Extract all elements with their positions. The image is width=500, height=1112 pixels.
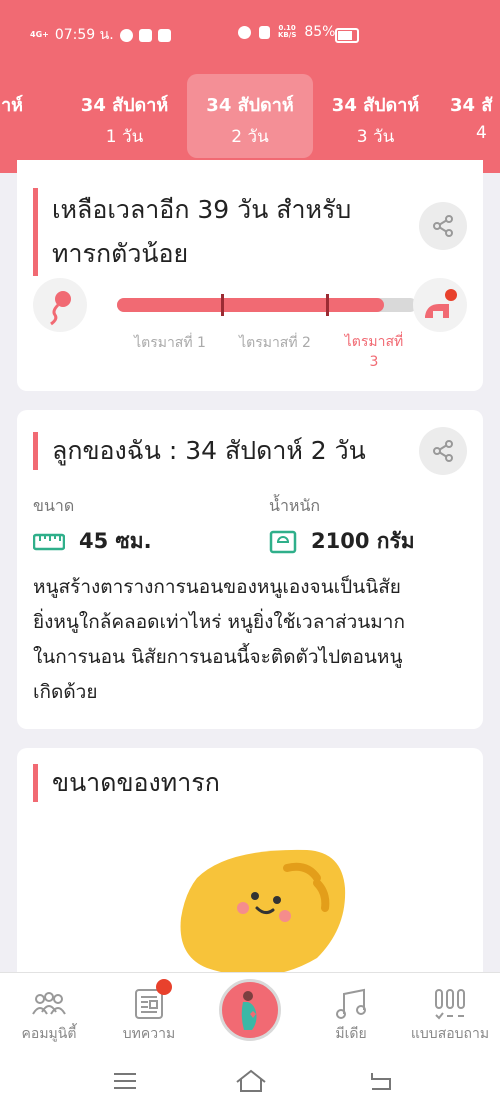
home-icon[interactable] (234, 1069, 268, 1093)
weight-label: น้ำหนัก (269, 496, 321, 515)
week-tab[interactable]: 34 สัปดาห์ 1 วัน (62, 74, 187, 158)
ruler-icon (33, 533, 65, 550)
vibrate-icon (259, 25, 270, 39)
battery-icon (335, 28, 359, 43)
nav-articles[interactable]: บทความ (104, 979, 194, 1045)
trimester-marker (326, 294, 329, 316)
pregnancy-progress: ไตรมาสที่ 1 ไตรมาสที่ 2 ไตรมาสที่ 3 (33, 278, 467, 370)
week-tab-selected[interactable]: 34 สัปดาห์ 2 วัน (187, 74, 313, 158)
alarm-icon (238, 25, 251, 39)
baby-info-title: ลูกของฉัน : 34 สัปดาห์ 2 วัน (33, 432, 366, 470)
week-tab[interactable]: ปดาห์ (0, 74, 63, 158)
share-icon (433, 215, 453, 237)
progress-bar (117, 294, 417, 316)
size-value: 45 ซม. (33, 525, 152, 558)
week-tab[interactable]: 34 สัปดาห์ 3 วัน (313, 74, 438, 158)
status-bar: 4G+ 07:59 น. 0.10 KB/S 85% (0, 20, 500, 48)
baby-size-card: ขนาดของทารก (17, 748, 483, 1008)
notification-badge (156, 979, 172, 995)
trimester-1-label: ไตรมาสที่ 1 (134, 335, 206, 351)
share-icon (433, 440, 453, 462)
pregnancy-home-button[interactable] (219, 979, 281, 1041)
countdown-title: เหลือเวลาอีก 39 วัน สำหรับ ทารกตัวน้อย (33, 188, 351, 276)
share-button[interactable] (419, 202, 467, 250)
sperm-icon (33, 278, 87, 332)
week-tab[interactable]: 34 สั 4 (438, 74, 500, 158)
nav-media[interactable]: มีเดีย (306, 985, 396, 1045)
pregnant-woman-icon (241, 991, 257, 1030)
trimester-3-label: ไตรมาสที่ 3 (344, 334, 404, 370)
scale-icon (269, 530, 297, 553)
share-button[interactable] (419, 427, 467, 475)
back-icon[interactable] (368, 1071, 394, 1091)
weight-value: 2100 กรัม (269, 525, 415, 558)
nav-community[interactable]: คอมมูนิตี้ (4, 985, 94, 1045)
week-selector[interactable]: ปดาห์ 34 สัปดาห์ 1 วัน 34 สัปดาห์ 2 วัน … (0, 74, 500, 158)
network-speed: 0.10 KB/S (278, 24, 297, 39)
quiz-icon (435, 989, 465, 1020)
trimester-2-label: ไตรมาสที่ 2 (239, 335, 311, 351)
messenger-icon (119, 28, 133, 42)
progress-bar-fill (117, 298, 384, 312)
trimester-marker (221, 294, 224, 316)
countdown-card: เหลือเวลาอีก 39 วัน สำหรับ ทารกตัวน้อย ไ… (17, 160, 483, 391)
kickboard-illustration (180, 849, 346, 976)
battery-percent: 85% (304, 24, 336, 40)
status-time: 07:59 น. (54, 27, 114, 43)
facebook-icon (138, 28, 152, 42)
signal-indicator: 4G+ (30, 30, 49, 39)
baby-size-title: ขนาดของทารก (33, 764, 220, 802)
baby-description: หนูสร้างตารางการนอนของหนูเองจนเป็นนิสัย … (33, 576, 405, 703)
baby-info-card: ลูกของฉัน : 34 สัปดาห์ 2 วัน ขนาด 45 ซม.… (17, 410, 483, 729)
size-label: ขนาด (33, 496, 75, 515)
header: 4G+ 07:59 น. 0.10 KB/S 85% ปดาห์ 34 สัปด… (0, 0, 500, 173)
nav-quiz[interactable]: แบบสอบถาม (404, 985, 496, 1045)
community-icon (32, 992, 66, 1015)
recent-apps-icon[interactable] (112, 1071, 138, 1091)
system-nav-bar (0, 1069, 500, 1099)
mail-icon (157, 28, 171, 42)
music-icon (336, 988, 366, 1019)
crawling-baby-icon (413, 278, 467, 332)
bottom-nav: คอมมูนิตี้ บทความ มีเดีย แบบสอบถาม (0, 972, 500, 1112)
